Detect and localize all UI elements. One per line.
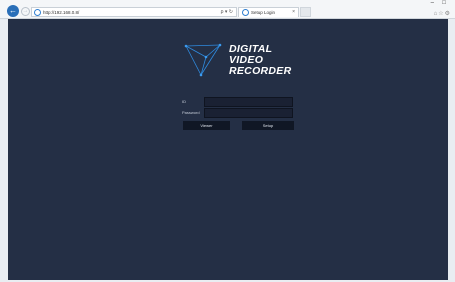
arrow-left-icon: ← xyxy=(9,6,17,15)
address-controls[interactable]: ρ ▾ ↻ xyxy=(221,8,233,17)
page-content: DIGITAL VIDEO RECORDER ID Password Viewe… xyxy=(8,19,448,280)
viewer-button[interactable]: Viewer xyxy=(183,121,230,130)
gear-icon[interactable]: ⚙ xyxy=(445,11,451,17)
password-label: Password xyxy=(182,110,200,115)
ie-icon xyxy=(242,9,249,16)
tab-title: Setup Login xyxy=(251,10,276,15)
setup-button[interactable]: Setup xyxy=(242,121,294,130)
arrow-right-icon: → xyxy=(22,8,29,14)
id-input[interactable] xyxy=(204,97,293,107)
window-controls: – □ xyxy=(427,0,449,6)
ie-icon xyxy=(34,9,41,16)
tab-close-button[interactable]: × xyxy=(292,8,295,17)
brand-line-recorder: RECORDER xyxy=(229,65,292,77)
browser-toolbar: ⌂☆⚙ xyxy=(434,10,451,17)
new-tab-button[interactable] xyxy=(300,7,311,17)
maximize-button[interactable]: □ xyxy=(439,0,449,6)
password-input[interactable] xyxy=(204,108,293,118)
address-url[interactable]: http://192.168.0.8/ xyxy=(43,8,79,17)
minimize-button[interactable]: – xyxy=(427,0,437,6)
brand-title: DIGITAL VIDEO RECORDER xyxy=(229,44,292,77)
browser-window: ← → http://192.168.0.8/ ρ ▾ ↻ Setup Logi… xyxy=(0,0,455,282)
id-label: ID xyxy=(182,99,186,104)
browser-chrome: ← → http://192.168.0.8/ ρ ▾ ↻ Setup Logi… xyxy=(0,0,455,19)
dvr-logo-icon xyxy=(184,43,222,77)
back-button[interactable]: ← xyxy=(7,5,19,17)
forward-button[interactable]: → xyxy=(21,7,30,16)
address-bar[interactable]: http://192.168.0.8/ ρ ▾ ↻ xyxy=(31,7,237,17)
tab-setup-login[interactable]: Setup Login × xyxy=(238,7,299,17)
